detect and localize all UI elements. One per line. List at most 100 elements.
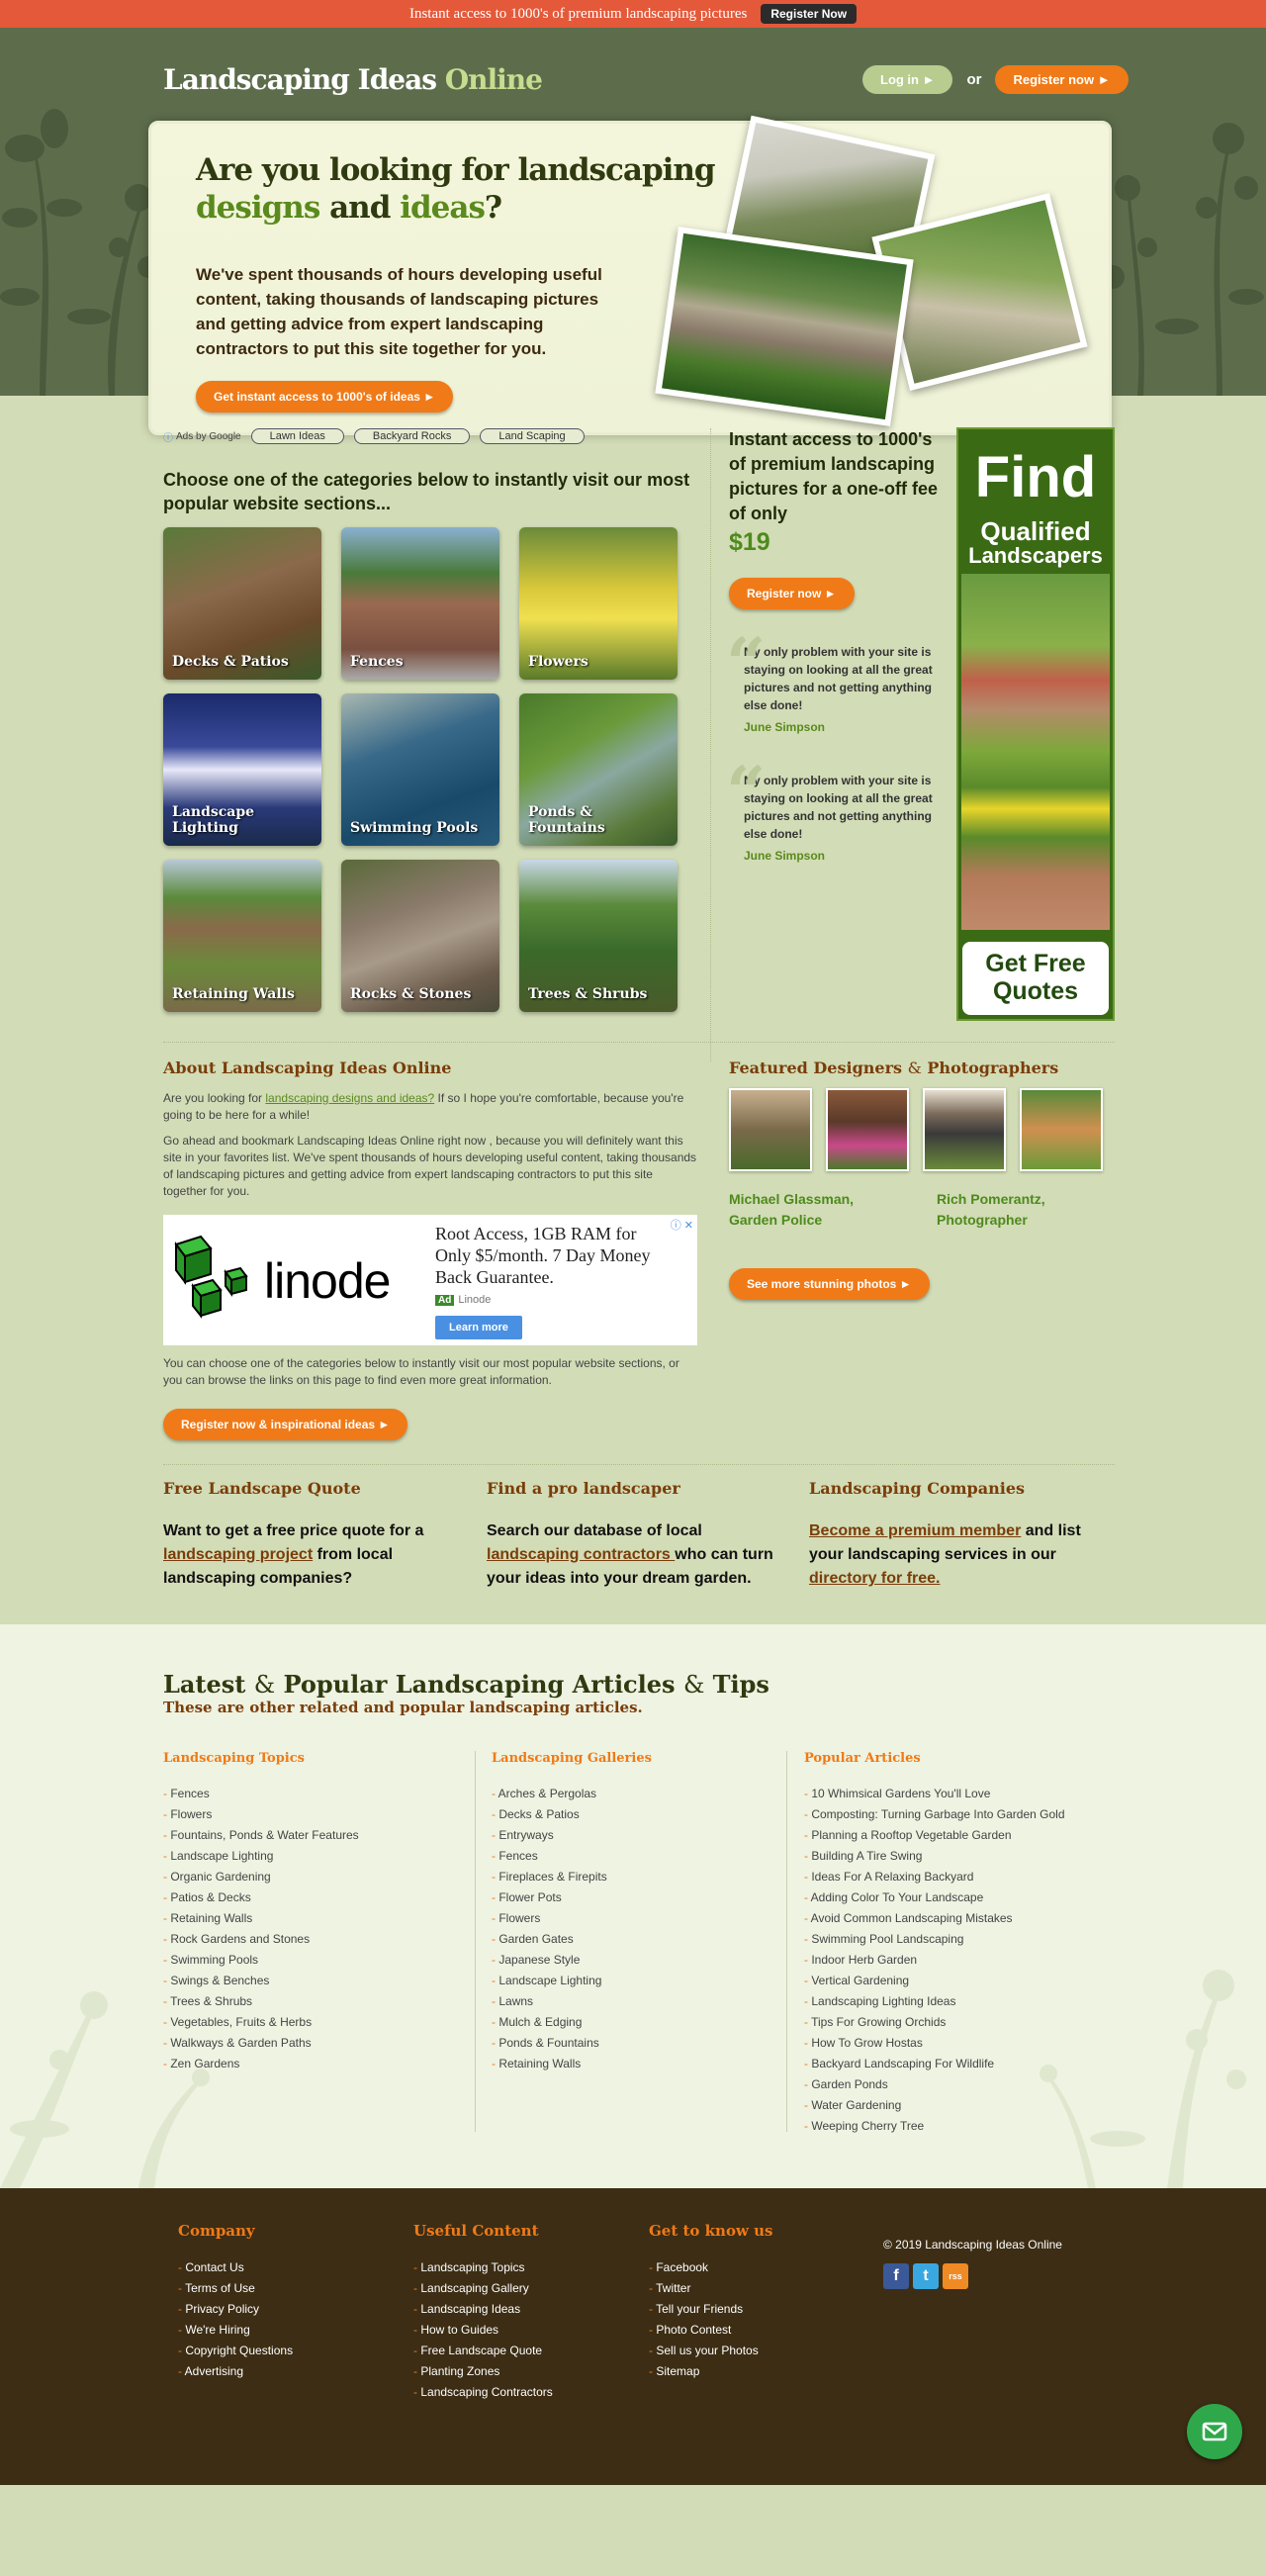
footer-link[interactable]: Landscaping Contractors — [413, 2382, 552, 2403]
footer-link[interactable]: Sitemap — [649, 2361, 772, 2382]
article-link[interactable]: Planning a Rooftop Vegetable Garden — [804, 1825, 1065, 1846]
footer-link[interactable]: Advertising — [178, 2361, 293, 2382]
category-tile-ponds[interactable]: Ponds & Fountains — [519, 693, 678, 846]
footer-link[interactable]: We're Hiring — [178, 2320, 293, 2341]
topic-link[interactable]: Swings & Benches — [163, 1971, 359, 1991]
topic-link[interactable]: Fountains, Ponds & Water Features — [163, 1825, 358, 1846]
topic-link[interactable]: Rock Gardens and Stones — [163, 1929, 359, 1950]
footer-link[interactable]: Privacy Policy — [178, 2299, 293, 2320]
designs-ideas-link[interactable]: landscaping designs and ideas? — [265, 1091, 434, 1105]
article-link[interactable]: Landscaping Lighting Ideas — [804, 1991, 1065, 2012]
gallery-link[interactable]: Entryways — [492, 1825, 652, 1846]
ad-chip[interactable]: Lawn Ideas — [250, 428, 344, 444]
topic-link[interactable]: Retaining Walls — [163, 1908, 359, 1929]
article-link[interactable]: Adding Color To Your Landscape — [804, 1887, 1065, 1908]
category-tile-flowers[interactable]: Flowers — [519, 527, 678, 680]
article-link[interactable]: Weeping Cherry Tree — [804, 2116, 1065, 2137]
gallery-link[interactable]: Japanese Style — [492, 1950, 652, 1971]
gallery-link[interactable]: Garden Gates — [492, 1929, 652, 1950]
gallery-link[interactable]: Landscape Lighting — [492, 1971, 652, 1991]
ad-chip[interactable]: Land Scaping — [480, 428, 585, 444]
footer-link[interactable]: Contact Us — [178, 2257, 293, 2278]
article-link[interactable]: How To Grow Hostas — [804, 2033, 1065, 2054]
topic-link[interactable]: Vegetables, Fruits & Herbs — [163, 2012, 359, 2033]
topic-link[interactable]: Fences — [163, 1784, 359, 1804]
article-link[interactable]: Indoor Herb Garden — [804, 1950, 1065, 1971]
article-link[interactable]: Avoid Common Landscaping Mistakes — [804, 1908, 1065, 1929]
site-logo[interactable]: Landscaping Ideas Online — [163, 63, 543, 96]
footer-link[interactable]: How to Guides — [413, 2320, 553, 2341]
featured-photo[interactable] — [923, 1088, 1006, 1171]
facebook-icon[interactable]: f — [883, 2263, 909, 2289]
topic-link[interactable]: Swimming Pools — [163, 1950, 359, 1971]
category-tile-decks[interactable]: Decks & Patios — [163, 527, 321, 680]
twitter-icon[interactable]: t — [913, 2263, 939, 2289]
footer-link[interactable]: Landscaping Gallery — [413, 2278, 553, 2299]
featured-person[interactable]: Rich Pomerantz, Photographer — [937, 1189, 1085, 1231]
article-link[interactable]: Building A Tire Swing — [804, 1846, 1065, 1867]
article-link[interactable]: Water Gardening — [804, 2095, 1065, 2116]
gallery-link[interactable]: Arches & Pergolas — [492, 1784, 652, 1804]
featured-person[interactable]: Michael Glassman, Garden Police — [729, 1189, 877, 1231]
footer-link[interactable]: Planting Zones — [413, 2361, 553, 2382]
footer-link[interactable]: Terms of Use — [178, 2278, 293, 2299]
category-tile-fences[interactable]: Fences — [341, 527, 499, 680]
topic-link[interactable]: Zen Gardens — [163, 2054, 359, 2074]
article-link[interactable]: Swimming Pool Landscaping — [804, 1929, 1065, 1950]
get-free-quotes-button[interactable]: Get Free Quotes — [962, 942, 1109, 1015]
gallery-link[interactable]: Lawns — [492, 1991, 652, 2012]
article-link[interactable]: Ideas For A Relaxing Backyard — [804, 1867, 1065, 1887]
category-tile-lighting[interactable]: Landscape Lighting — [163, 693, 321, 846]
landscaping-contractors-link[interactable]: landscaping contractors — [487, 1546, 675, 1563]
category-tile-trees[interactable]: Trees & Shrubs — [519, 860, 678, 1012]
register-ideas-button[interactable]: Register now & inspirational ideas ► — [163, 1409, 408, 1440]
gallery-link[interactable]: Retaining Walls — [492, 2054, 652, 2074]
article-link[interactable]: Backyard Landscaping For Wildlife — [804, 2054, 1065, 2074]
login-button[interactable]: Log in ► — [862, 65, 953, 94]
learn-more-button[interactable]: Learn more — [435, 1316, 522, 1339]
footer-link[interactable]: Landscaping Ideas — [413, 2299, 553, 2320]
gallery-link[interactable]: Flower Pots — [492, 1887, 652, 1908]
featured-photo[interactable] — [729, 1088, 812, 1171]
featured-photo[interactable] — [826, 1088, 909, 1171]
ads-by-google[interactable]: ⓘ Ads by Google — [163, 429, 241, 444]
article-link[interactable]: Tips For Growing Orchids — [804, 2012, 1065, 2033]
footer-link[interactable]: Facebook — [649, 2257, 772, 2278]
chat-mail-button[interactable] — [1187, 2404, 1242, 2459]
directory-link[interactable]: directory for free. — [809, 1570, 940, 1587]
gallery-link[interactable]: Decks & Patios — [492, 1804, 652, 1825]
footer-link[interactable]: Copyright Questions — [178, 2341, 293, 2361]
register-button[interactable]: Register now ► — [995, 65, 1129, 94]
article-link[interactable]: 10 Whimsical Gardens You'll Love — [804, 1784, 1065, 1804]
topic-link[interactable]: Flowers — [163, 1804, 359, 1825]
category-tile-walls[interactable]: Retaining Walls — [163, 860, 321, 1012]
gallery-link[interactable]: Ponds & Fountains — [492, 2033, 652, 2054]
gallery-link[interactable]: Fences — [492, 1846, 652, 1867]
rss-icon[interactable]: rss — [943, 2263, 968, 2289]
gallery-link[interactable]: Flowers — [492, 1908, 652, 1929]
article-link[interactable]: Vertical Gardening — [804, 1971, 1065, 1991]
offer-register-button[interactable]: Register now ► — [729, 578, 855, 609]
ad-chip[interactable]: Backyard Rocks — [353, 428, 471, 444]
footer-link[interactable]: Sell us your Photos — [649, 2341, 772, 2361]
footer-link[interactable]: Free Landscape Quote — [413, 2341, 553, 2361]
topic-link[interactable]: Patios & Decks — [163, 1887, 359, 1908]
topic-link[interactable]: Walkways & Garden Paths — [163, 2033, 359, 2054]
footer-link[interactable]: Photo Contest — [649, 2320, 772, 2341]
topic-link[interactable]: Landscape Lighting — [163, 1846, 359, 1867]
gallery-link[interactable]: Mulch & Edging — [492, 2012, 652, 2033]
category-tile-pools[interactable]: Swimming Pools — [341, 693, 499, 846]
footer-link[interactable]: Tell your Friends — [649, 2299, 772, 2320]
find-landscapers-ad[interactable]: Find Qualified Landscapers Get Free Quote… — [956, 427, 1115, 1021]
linode-ad[interactable]: linode Root Access, 1GB RAM for Only $5/… — [163, 1215, 697, 1345]
ad-close-icon[interactable]: ⓘ ✕ — [671, 1217, 693, 1233]
topic-link[interactable]: Trees & Shrubs — [163, 1991, 359, 2012]
more-photos-button[interactable]: See more stunning photos ► — [729, 1268, 930, 1300]
featured-photo[interactable] — [1020, 1088, 1103, 1171]
footer-link[interactable]: Landscaping Topics — [413, 2257, 553, 2278]
topic-link[interactable]: Organic Gardening — [163, 1867, 359, 1887]
landscaping-project-link[interactable]: landscaping project — [163, 1546, 313, 1563]
register-now-top-button[interactable]: Register Now — [761, 4, 858, 24]
category-tile-rocks[interactable]: Rocks & Stones — [341, 860, 499, 1012]
article-link[interactable]: Composting: Turning Garbage Into Garden … — [804, 1804, 1064, 1825]
